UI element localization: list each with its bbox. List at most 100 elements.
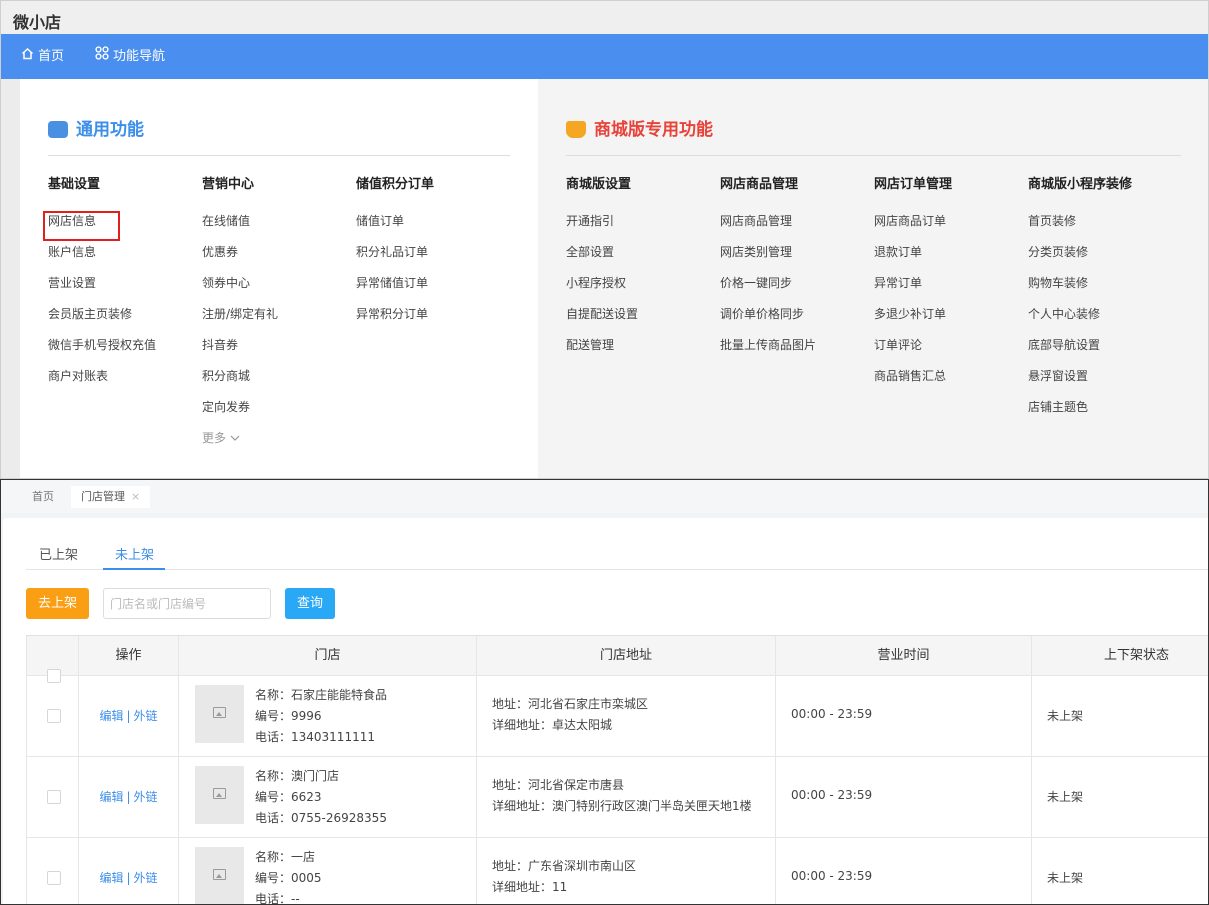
general-functions-panel: 通用功能 基础设置 网店信息 账户信息 营业设置 会员版主页装修 微信手机号授权… bbox=[20, 79, 538, 478]
store-address: 地址：河北省石家庄市栾城区 bbox=[492, 697, 649, 711]
hours-cell: 00:00 - 23:59 bbox=[776, 838, 1032, 904]
menu-item-setup-guide[interactable]: 开通指引 bbox=[566, 214, 638, 245]
menu-item-cart-decor[interactable]: 购物车装修 bbox=[1028, 276, 1132, 307]
edit-link[interactable]: 编辑 bbox=[99, 709, 123, 723]
menu-item-product-mgmt[interactable]: 网店商品管理 bbox=[720, 214, 816, 245]
status-cell: 未上架 bbox=[1032, 757, 1208, 837]
menu-item-price-sync[interactable]: 价格一键同步 bbox=[720, 276, 816, 307]
menu-item-home-decor[interactable]: 首页装修 bbox=[1028, 214, 1132, 245]
menu-item-stored-value-orders[interactable]: 储值订单 bbox=[356, 214, 434, 245]
ops-cell: 编辑 | 外链 bbox=[79, 757, 179, 837]
external-link[interactable]: 外链 bbox=[134, 790, 158, 804]
menu-item-all-settings[interactable]: 全部设置 bbox=[566, 245, 638, 276]
menu-item-online-stored-value[interactable]: 在线储值 bbox=[202, 214, 278, 245]
menu-item-abnormal-orders[interactable]: 异常订单 bbox=[874, 276, 952, 307]
select-cell bbox=[26, 676, 79, 756]
edit-link[interactable]: 编辑 bbox=[99, 790, 123, 804]
store-code: 编号：0005 bbox=[255, 871, 322, 885]
menu-item-sales-summary[interactable]: 商品销售汇总 bbox=[874, 369, 952, 400]
nav-home[interactable]: 首页 bbox=[21, 34, 64, 79]
store-phone: 电话：0755-26928355 bbox=[255, 811, 387, 825]
menu-column-head: 营销中心 bbox=[202, 177, 255, 192]
general-functions-label: 通用功能 bbox=[76, 120, 144, 140]
page-tab-store-management[interactable]: 门店管理 × bbox=[71, 486, 151, 508]
menu-item-abnormal-points-orders[interactable]: 异常积分订单 bbox=[356, 307, 434, 338]
listing-status: 未上架 bbox=[1047, 790, 1084, 804]
external-link[interactable]: 外链 bbox=[134, 871, 158, 885]
image-placeholder-icon bbox=[213, 869, 226, 880]
menu-item-targeted-coupon[interactable]: 定向发券 bbox=[202, 400, 278, 431]
menu-item-merchant-statement[interactable]: 商户对账表 bbox=[48, 369, 156, 400]
store-table: 操作 门店 门店地址 营业时间 上下架状态 编辑 | 外链 名称：石家庄能能特食品 … bbox=[26, 635, 1208, 904]
store-thumbnail bbox=[195, 847, 244, 904]
highlight-box bbox=[43, 211, 120, 241]
menu-item-points-gift-orders[interactable]: 积分礼品订单 bbox=[356, 245, 434, 276]
menu-item-adjust-price-sync[interactable]: 调价单价格同步 bbox=[720, 307, 816, 338]
menu-more[interactable]: 更多 bbox=[202, 431, 278, 462]
menu-column-miniprogram-decor: 商城版小程序装修 首页装修 分类页装修 购物车装修 个人中心装修 底部导航设置 … bbox=[1028, 173, 1132, 431]
menu-item-delivery-mgmt[interactable]: 配送管理 bbox=[566, 338, 638, 369]
search-input[interactable] bbox=[103, 588, 271, 619]
row-checkbox[interactable] bbox=[47, 871, 61, 885]
store-name: 名称：石家庄能能特食品 bbox=[255, 688, 388, 702]
grid-icon bbox=[95, 34, 109, 79]
menu-column-head: 商城版设置 bbox=[566, 177, 632, 192]
menu-item-register-gift[interactable]: 注册/绑定有礼 bbox=[202, 307, 278, 338]
menu-item-points-mall[interactable]: 积分商城 bbox=[202, 369, 278, 400]
ops-separator: | bbox=[126, 790, 131, 804]
menu-item-category-decor[interactable]: 分类页装修 bbox=[1028, 245, 1132, 276]
shop-bag-icon bbox=[566, 121, 586, 138]
menu-item-refund-orders[interactable]: 退款订单 bbox=[874, 245, 952, 276]
menu-item-wechat-phone-auth[interactable]: 微信手机号授权充值 bbox=[48, 338, 156, 369]
menu-item-bottom-nav[interactable]: 底部导航设置 bbox=[1028, 338, 1132, 369]
main-content: 已上架 未上架 去上架 查询 操作 门店 门店地址 营业时间 上下架状态 编辑|… bbox=[3, 518, 1208, 904]
store-cell: 名称：石家庄能能特食品 编号：9996 电话：13403111111 bbox=[179, 676, 477, 756]
menu-column-head: 储值积分订单 bbox=[356, 177, 435, 192]
business-hours: 00:00 - 23:59 bbox=[791, 788, 873, 802]
menu-item-product-orders[interactable]: 网店商品订单 bbox=[874, 214, 952, 245]
menu-item-abnormal-stored-orders[interactable]: 异常储值订单 bbox=[356, 276, 434, 307]
menu-item-account-info[interactable]: 账户信息 bbox=[48, 245, 156, 276]
page-tab-home[interactable]: 首页 bbox=[22, 486, 64, 508]
store-name: 名称：澳门门店 bbox=[255, 769, 340, 783]
table-row: 编辑 | 外链 名称：澳门门店 编号：6623 电话：0755-26928355 地… bbox=[26, 757, 1208, 838]
address-block: 地址：广东省深圳市南山区 详细地址：11 bbox=[492, 856, 636, 898]
menu-item-coupon-center[interactable]: 领券中心 bbox=[202, 276, 278, 307]
list-button[interactable]: 去上架 bbox=[26, 588, 89, 619]
menu-item-refund-supplement-orders[interactable]: 多退少补订单 bbox=[874, 307, 952, 338]
menu-item-member-home-decor[interactable]: 会员版主页装修 bbox=[48, 307, 156, 338]
menu-item-theme-color[interactable]: 店铺主题色 bbox=[1028, 400, 1132, 431]
ops-links: 编辑 | 外链 bbox=[79, 788, 178, 805]
menu-item-douyin-coupon[interactable]: 抖音券 bbox=[202, 338, 278, 369]
page-tab-label: 门店管理 bbox=[81, 490, 125, 503]
store-detail-address: 详细地址：卓达太阳城 bbox=[492, 718, 613, 732]
menu-item-pickup-delivery[interactable]: 自提配送设置 bbox=[566, 307, 638, 338]
tab-listed[interactable]: 已上架 bbox=[39, 544, 78, 572]
store-thumbnail bbox=[195, 766, 244, 824]
nav-function-nav[interactable]: 功能导航 bbox=[95, 34, 165, 79]
store-phone: 电话：13403111111 bbox=[255, 730, 375, 744]
row-checkbox[interactable] bbox=[47, 790, 61, 804]
external-link[interactable]: 外链 bbox=[134, 709, 158, 723]
edit-link[interactable]: 编辑 bbox=[99, 871, 123, 885]
divider bbox=[566, 155, 1181, 156]
menu-item-category-mgmt[interactable]: 网店类别管理 bbox=[720, 245, 816, 276]
menu-item-floating-window[interactable]: 悬浮窗设置 bbox=[1028, 369, 1132, 400]
header-ops: 操作 bbox=[79, 636, 179, 675]
menu-item-order-reviews[interactable]: 订单评论 bbox=[874, 338, 952, 369]
address-block: 地址：河北省保定市唐县 详细地址：澳门特别行政区澳门半岛关匣天地1楼 bbox=[492, 775, 752, 817]
menu-item-coupons[interactable]: 优惠券 bbox=[202, 245, 278, 276]
close-icon[interactable]: × bbox=[131, 490, 140, 503]
query-button[interactable]: 查询 bbox=[285, 588, 335, 619]
hours-cell: 00:00 - 23:59 bbox=[776, 757, 1032, 837]
menu-item-business-settings[interactable]: 营业设置 bbox=[48, 276, 156, 307]
address-cell: 地址：河北省保定市唐县 详细地址：澳门特别行政区澳门半岛关匣天地1楼 bbox=[477, 757, 776, 837]
menu-item-miniprogram-auth[interactable]: 小程序授权 bbox=[566, 276, 638, 307]
row-checkbox[interactable] bbox=[47, 709, 61, 723]
business-hours: 00:00 - 23:59 bbox=[791, 869, 873, 883]
menu-item-batch-upload-images[interactable]: 批量上传商品图片 bbox=[720, 338, 816, 369]
menu-item-profile-decor[interactable]: 个人中心装修 bbox=[1028, 307, 1132, 338]
business-hours: 00:00 - 23:59 bbox=[791, 707, 873, 721]
menu-column-basic-settings: 基础设置 网店信息 账户信息 营业设置 会员版主页装修 微信手机号授权充值 商户… bbox=[48, 173, 156, 400]
general-functions-icon bbox=[48, 121, 68, 138]
